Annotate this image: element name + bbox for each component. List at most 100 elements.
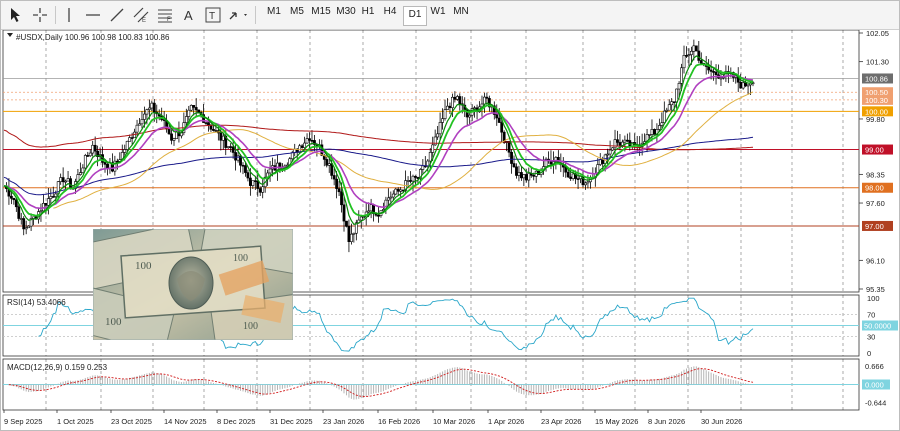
candle-body (431, 144, 435, 153)
candle-body (170, 133, 173, 141)
candle-body (455, 96, 459, 100)
candle-body (91, 144, 95, 154)
timeframe-m30[interactable]: M30 (333, 6, 359, 24)
price-axis-label: 100.86 (865, 74, 888, 83)
candle-body (330, 163, 334, 176)
candle-body (515, 166, 518, 176)
candle-body (46, 198, 50, 206)
candle-body (192, 105, 196, 108)
candle-body (613, 139, 617, 149)
candle-body (335, 178, 339, 189)
candle-body (128, 137, 132, 142)
candle-body (391, 193, 395, 198)
candle-body (69, 178, 72, 189)
candle-body (125, 141, 129, 150)
rsi-axis-label: 100 (867, 294, 880, 303)
candle-body (648, 134, 651, 136)
text-box-icon[interactable]: T (203, 5, 223, 25)
candle-body (532, 175, 536, 177)
candle-body (22, 218, 26, 230)
candle-body (268, 168, 272, 174)
candle-body (687, 54, 691, 56)
candle-body (184, 116, 188, 123)
candle-body (510, 151, 513, 164)
fibonacci-icon[interactable]: F (155, 5, 175, 25)
timeframe-d1[interactable]: D1 (403, 6, 427, 26)
vertical-line-icon[interactable] (61, 5, 77, 25)
candle-body (414, 175, 417, 178)
time-axis-label: 1 Apr 2026 (488, 417, 524, 426)
candle-body (495, 114, 499, 119)
equidistant-channel-icon[interactable]: E (131, 5, 151, 25)
price-axis-label: 101.30 (866, 58, 889, 67)
trend-line-icon[interactable] (107, 5, 127, 25)
timeframe-m1[interactable]: M1 (261, 6, 287, 24)
toolbar-separator (255, 6, 256, 24)
arrows-dropdown-icon[interactable] (227, 5, 251, 25)
candle-body (692, 45, 696, 52)
candle-body (682, 55, 686, 69)
time-axis-label: 15 May 2026 (595, 417, 638, 426)
candle-body (394, 188, 398, 195)
candle-body (746, 84, 750, 87)
candle-body (258, 188, 262, 193)
candle-body (305, 138, 309, 144)
candle-body (618, 142, 622, 146)
candle-body (601, 159, 605, 164)
candle-body (520, 172, 523, 179)
candle-body (665, 109, 669, 112)
rsi-axis-label: 70 (867, 311, 875, 320)
candle-body (310, 140, 314, 142)
horizontal-line-icon[interactable] (83, 5, 103, 25)
candle-body (219, 132, 223, 141)
candle-body (231, 146, 235, 153)
candle-body (386, 197, 390, 201)
candle-body (229, 146, 233, 148)
timeframe-m15[interactable]: M15 (308, 6, 334, 24)
candle-body (451, 96, 454, 109)
time-axis-label: 16 Feb 2026 (378, 417, 420, 426)
timeframe-h1[interactable]: H1 (357, 6, 379, 24)
candle-body (244, 165, 247, 173)
cursor-arrow-icon[interactable] (7, 5, 25, 25)
candle-body (677, 83, 681, 90)
candle-body (78, 172, 82, 175)
candle-body (576, 178, 580, 180)
candle-body (138, 123, 141, 126)
candle-body (359, 216, 363, 221)
candle-body (362, 216, 366, 219)
price-axis-label: 96.10 (866, 256, 885, 265)
dollar-banknotes-photo: 100 100 100 100 (93, 229, 293, 340)
timeframe-w1[interactable]: W1 (427, 6, 449, 24)
candle-body (616, 139, 619, 143)
candle-body (709, 69, 713, 72)
rsi-axis-label: 30 (867, 333, 875, 342)
crosshair-icon[interactable] (31, 5, 49, 25)
svg-text:100: 100 (135, 260, 152, 272)
timeframe-mn[interactable]: MN (449, 6, 473, 24)
candle-body (598, 159, 602, 165)
candle-body (625, 139, 629, 142)
candle-body (145, 109, 149, 115)
time-axis-label: 8 Jun 2026 (648, 417, 685, 426)
candle-body (497, 117, 501, 123)
candle-body (468, 114, 472, 118)
text-label-icon[interactable]: A (179, 5, 199, 25)
timeframe-m5[interactable]: M5 (285, 6, 309, 24)
candle-body (396, 188, 400, 192)
candle-body (303, 142, 306, 148)
candle-body (83, 155, 87, 169)
price-axis-label: 99.00 (865, 146, 884, 155)
timeframe-h4[interactable]: H4 (379, 6, 401, 24)
candle-body (377, 214, 380, 217)
candle-body (611, 147, 614, 151)
candle-body (653, 129, 656, 135)
svg-text:A: A (184, 8, 193, 23)
candle-body (66, 178, 70, 182)
candle-body (64, 180, 67, 183)
candle-body (349, 233, 353, 243)
candle-body (680, 67, 683, 84)
candle-body (189, 105, 193, 111)
candle-body (12, 198, 16, 201)
macd-axis-label: 0.666 (865, 362, 884, 371)
